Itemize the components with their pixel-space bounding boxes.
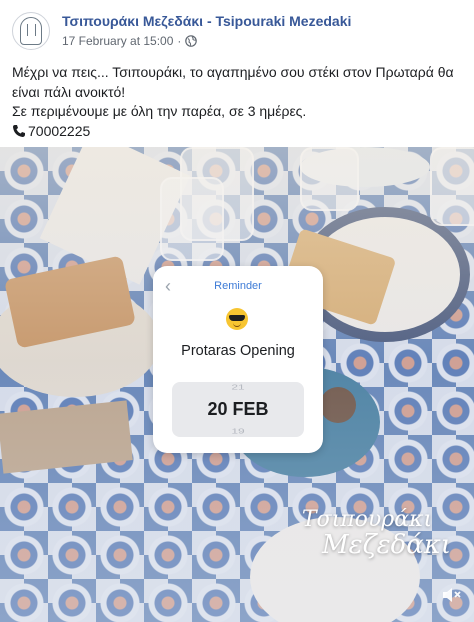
phone-number[interactable]: 70002225: [28, 122, 90, 142]
page-avatar[interactable]: [12, 12, 50, 50]
date-option[interactable]: 21: [172, 383, 304, 391]
meta-separator: ·: [177, 34, 182, 48]
post-text-line: Μέχρι να πεις... Τσιπουράκι, το αγαπημέν…: [12, 64, 454, 100]
page-name-link[interactable]: Τσιπουράκι Μεζεδάκι - Tsipouraki Mezedak…: [62, 13, 351, 29]
watermark-line: Τσιπουράκι: [301, 507, 433, 532]
post-header: Τσιπουράκι Μεζεδάκι - Tsipouraki Mezedak…: [0, 0, 474, 58]
globe-icon[interactable]: [185, 35, 198, 47]
post-timestamp[interactable]: 17 February at 15:00: [62, 34, 173, 48]
sunglasses-emoji-icon: [226, 308, 248, 330]
phone-line: 70002225: [12, 122, 464, 142]
reminder-title: Reminder: [214, 280, 262, 292]
date-picker[interactable]: 21 20 FEB 19: [172, 382, 304, 437]
post-text-line: Σε περιμένουμε με όλη την παρέα, σε 3 ημ…: [12, 103, 307, 119]
reminder-card: ‹ Reminder Protaras Opening 21 20 FEB 19: [153, 266, 323, 453]
watermark-line: Μεζεδάκι: [322, 530, 452, 560]
post-meta: 17 February at 15:00 ·: [62, 34, 198, 48]
logo-icon: [20, 17, 42, 45]
event-name: Protaras Opening: [181, 343, 295, 359]
speaker-muted-icon[interactable]: [440, 584, 462, 606]
post-image[interactable]: ‹ Reminder Protaras Opening 21 20 FEB 19…: [0, 147, 474, 622]
date-selected[interactable]: 20 FEB: [172, 399, 304, 420]
brand-watermark: Τσιπουράκι Μεζεδάκι: [292, 507, 452, 560]
post-message: Μέχρι να πεις... Τσιπουράκι, το αγαπημέν…: [12, 63, 464, 141]
phone-icon: [13, 125, 25, 138]
date-option[interactable]: 19: [172, 427, 304, 435]
